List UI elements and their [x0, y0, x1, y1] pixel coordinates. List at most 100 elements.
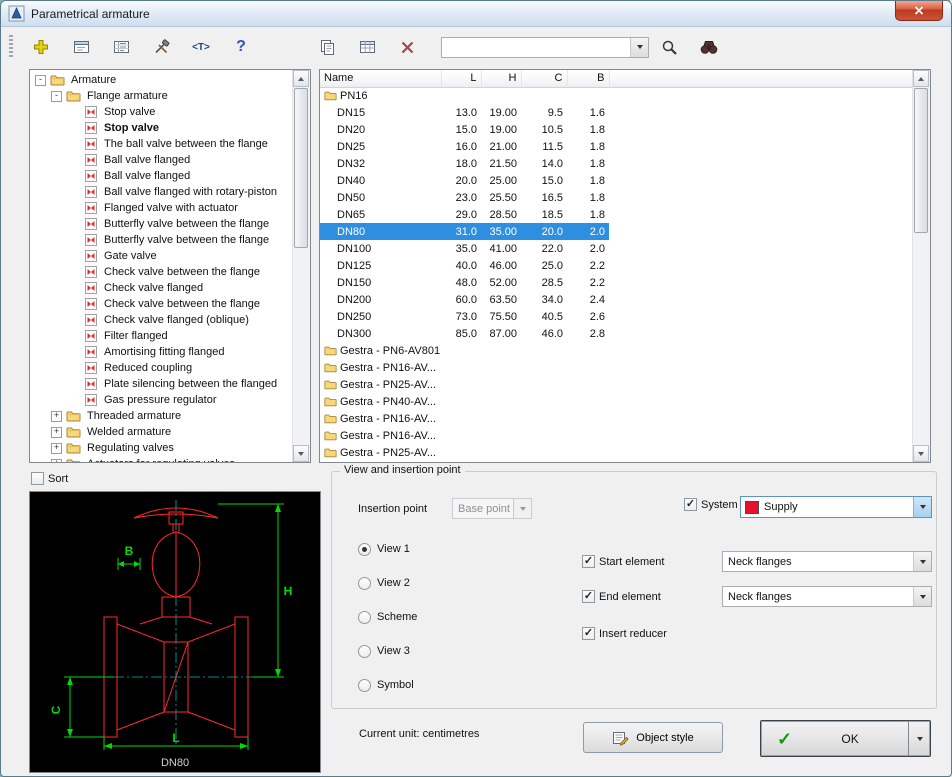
close-button[interactable]	[895, 1, 943, 21]
tree-item[interactable]: Check valve flanged (oblique)	[30, 312, 292, 328]
system-combo[interactable]: Supply	[740, 496, 932, 518]
table-row[interactable]: DN125 40.0 46.00 25.0 2.2	[320, 257, 912, 274]
tree-expander-icon[interactable]: +	[51, 411, 62, 422]
table-row[interactable]: Gestra - PN40-AV...	[320, 393, 912, 410]
tree-item[interactable]: Amortising fitting flanged	[30, 344, 292, 360]
table-row[interactable]: Gestra - PN16-AV...	[320, 427, 912, 444]
table-row[interactable]: DN25 16.0 21.00 11.5 1.8	[320, 138, 912, 155]
table-row[interactable]: Gestra - PN16-AV...	[320, 359, 912, 376]
tree-item[interactable]: Check valve between the flange	[30, 264, 292, 280]
tree-item[interactable]: Gas pressure regulator	[30, 392, 292, 408]
tree-item[interactable]: Check valve flanged	[30, 280, 292, 296]
tools-icon[interactable]	[147, 34, 175, 60]
tree-expander-icon[interactable]: -	[35, 75, 46, 86]
properties-icon[interactable]	[107, 34, 135, 60]
tree-item[interactable]: + Threaded armature	[30, 408, 292, 424]
table-row[interactable]: DN100 35.0 41.00 22.0 2.0	[320, 240, 912, 257]
ok-button[interactable]: ✓ OK	[760, 720, 931, 757]
table-row[interactable]: PN16	[320, 87, 912, 104]
base-point-combo[interactable]: Base point	[452, 498, 532, 519]
table-edit-icon[interactable]	[353, 34, 381, 60]
tree-item[interactable]: Filter flanged	[30, 328, 292, 344]
tree-item[interactable]: Butterfly valve between the flange	[30, 232, 292, 248]
delete-icon[interactable]	[393, 34, 421, 60]
tree-item[interactable]: Butterfly valve between the flange	[30, 216, 292, 232]
form-icon[interactable]	[67, 34, 95, 60]
chevron-down-icon[interactable]	[913, 552, 931, 571]
column-header-c[interactable]: C	[521, 70, 567, 87]
text-markup-icon[interactable]: <T>	[187, 34, 215, 60]
copy-icon[interactable]	[313, 34, 341, 60]
tree-item[interactable]: - Flange armature	[30, 88, 292, 104]
titlebar[interactable]: Parametrical armature	[1, 1, 951, 27]
start-element-combo[interactable]: Neck flanges	[722, 551, 932, 572]
binoculars-icon[interactable]	[695, 34, 723, 60]
scroll-down-icon[interactable]	[293, 445, 309, 462]
scroll-up-icon[interactable]	[293, 70, 309, 87]
search-icon[interactable]	[655, 34, 683, 60]
table-row[interactable]: Gestra - PN6-AV801	[320, 342, 912, 359]
tree-item[interactable]: Reduced coupling	[30, 360, 292, 376]
table-row[interactable]: DN200 60.0 63.50 34.0 2.4	[320, 291, 912, 308]
table-row[interactable]: Gestra - PN25-AV...	[320, 444, 912, 461]
view-radio[interactable]: View 2	[358, 576, 417, 590]
table-row[interactable]: DN150 48.0 52.00 28.5 2.2	[320, 274, 912, 291]
tree-item[interactable]: + Actuators for regulating valves	[30, 456, 292, 462]
view-radio[interactable]: View 1	[358, 542, 417, 556]
table-row[interactable]: DN50 23.0 25.50 16.5 1.8	[320, 189, 912, 206]
chevron-down-icon[interactable]	[513, 499, 531, 518]
tree-item[interactable]: Ball valve flanged	[30, 152, 292, 168]
tree-item[interactable]: - Armature	[30, 72, 292, 88]
tree-item[interactable]: Ball valve flanged with rotary-piston	[30, 184, 292, 200]
help-icon[interactable]: ?	[227, 34, 255, 60]
chevron-down-icon[interactable]	[913, 497, 931, 517]
tree-item[interactable]: Flanged valve with actuator	[30, 200, 292, 216]
chevron-down-icon[interactable]	[913, 587, 931, 606]
view-radio[interactable]: Scheme	[358, 610, 417, 624]
table-scrollbar[interactable]	[912, 70, 930, 462]
column-header-h[interactable]: H	[481, 70, 521, 87]
start-element-checkbox[interactable]: ✓ Start element	[582, 555, 664, 568]
tree-item[interactable]: Gate valve	[30, 248, 292, 264]
table-row[interactable]: DN40 20.0 25.00 15.0 1.8	[320, 172, 912, 189]
insert-reducer-checkbox[interactable]: ✓ Insert reducer	[582, 627, 667, 640]
table-row[interactable]: DN300 85.0 87.00 46.0 2.8	[320, 325, 912, 342]
view-radio[interactable]: Symbol	[358, 678, 417, 692]
scroll-down-icon[interactable]	[913, 445, 929, 462]
table-row[interactable]: DN20 15.0 19.00 10.5 1.8	[320, 121, 912, 138]
column-header-name[interactable]: Name	[320, 70, 441, 87]
table-row[interactable]: DN80 31.0 35.00 20.0 2.0	[320, 223, 912, 240]
toolbar-grip[interactable]	[9, 35, 13, 59]
tree-item[interactable]: Ball valve flanged	[30, 168, 292, 184]
scroll-up-icon[interactable]	[913, 70, 929, 87]
table-row[interactable]: DN15 13.0 19.00 9.5 1.6	[320, 104, 912, 121]
tree-item[interactable]: The ball valve between the flange	[30, 136, 292, 152]
tree-expander-icon[interactable]: +	[51, 443, 62, 454]
table-row[interactable]: Gestra - PN25-AV...	[320, 376, 912, 393]
ok-dropdown-button[interactable]	[908, 721, 930, 756]
object-style-button[interactable]: Object style	[583, 722, 723, 753]
column-header-l[interactable]: L	[441, 70, 481, 87]
tree-scrollbar[interactable]	[292, 70, 310, 462]
table-row[interactable]: Gestra - PN16-AV...	[320, 410, 912, 427]
table-scrollbar-thumb[interactable]	[914, 88, 928, 233]
view-radio[interactable]: View 3	[358, 644, 417, 658]
system-checkbox[interactable]: ✓ System	[684, 498, 738, 511]
tree-expander-icon[interactable]: +	[51, 459, 62, 463]
table-row[interactable]: DN32 18.0 21.50 14.0 1.8	[320, 155, 912, 172]
sort-checkbox[interactable]: ✓ Sort	[31, 472, 68, 485]
tree-item[interactable]: + Welded armature	[30, 424, 292, 440]
tree-item[interactable]: Stop valve	[30, 104, 292, 120]
end-element-combo[interactable]: Neck flanges	[722, 586, 932, 607]
tree-item[interactable]: Stop valve	[30, 120, 292, 136]
end-element-checkbox[interactable]: ✓ End element	[582, 590, 661, 603]
table-row[interactable]: DN65 29.0 28.50 18.5 1.8	[320, 206, 912, 223]
filter-dropdown-icon[interactable]	[630, 38, 648, 57]
tree-item[interactable]: Check valve between the flange	[30, 296, 292, 312]
tree-item[interactable]: Plate silencing between the flanged	[30, 376, 292, 392]
tree-scrollbar-thumb[interactable]	[294, 88, 308, 248]
tree-expander-icon[interactable]: +	[51, 427, 62, 438]
table-row[interactable]: DN250 73.0 75.50 40.5 2.6	[320, 308, 912, 325]
column-header-b[interactable]: B	[567, 70, 609, 87]
tree-expander-icon[interactable]: -	[51, 91, 62, 102]
